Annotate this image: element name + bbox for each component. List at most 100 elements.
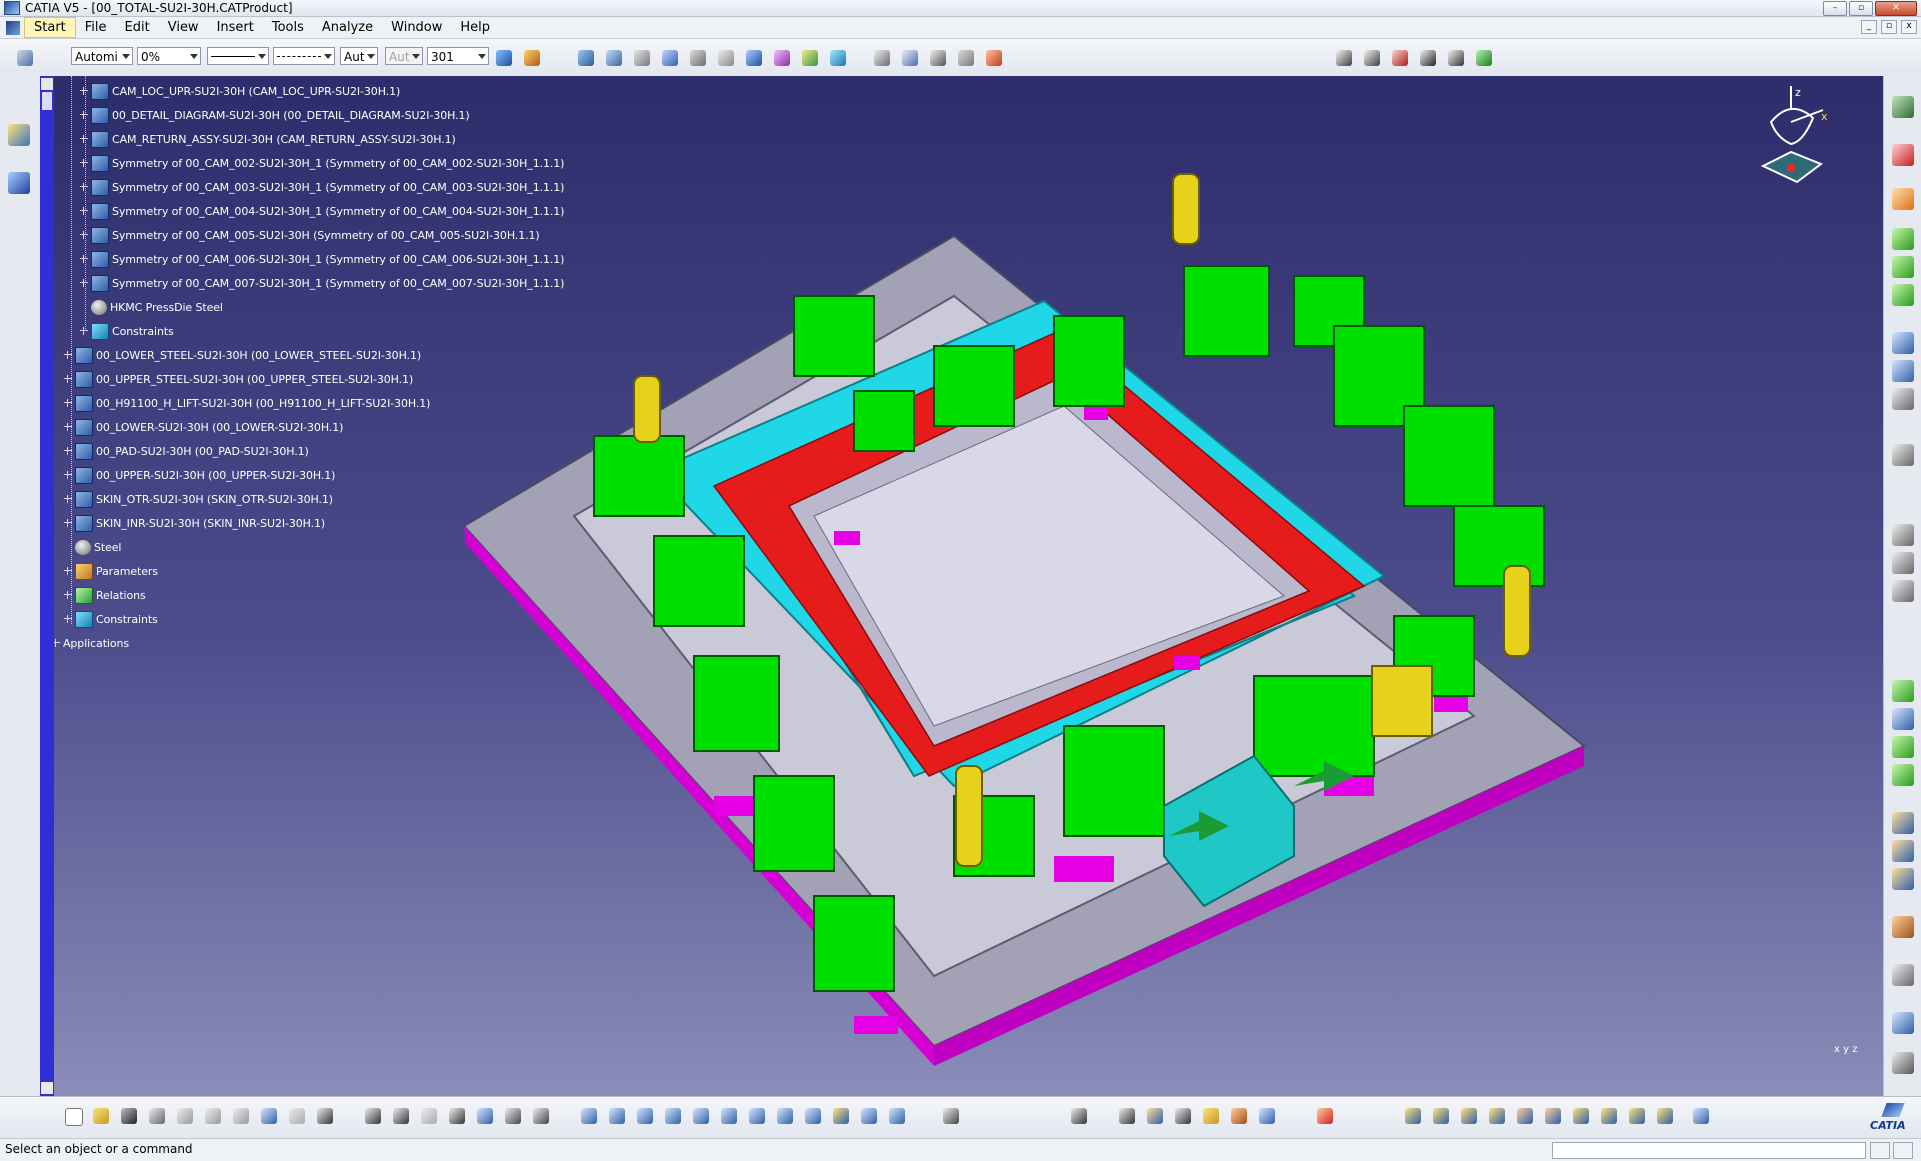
expand-icon[interactable] [64,375,72,383]
bolt-icon[interactable] [1389,47,1411,69]
gear-icon[interactable] [1172,1105,1194,1127]
knowledge-advisor-icon[interactable] [390,1105,412,1127]
graph-tree-icon[interactable] [1892,332,1914,354]
numbering-icon[interactable] [1892,388,1914,410]
expand-icon[interactable] [64,351,72,359]
scroll-down-arrow-icon[interactable] [41,1082,53,1094]
expand-icon[interactable] [80,135,88,143]
fit-all-icon[interactable] [606,1105,628,1127]
cursor-icon[interactable] [1892,188,1914,210]
tree-item[interactable]: Symmetry of 00_CAM_007-SU2I-30H_1 (Symme… [80,272,564,294]
product-icon[interactable] [575,47,597,69]
spring-icon[interactable] [1430,1105,1452,1127]
component-icon[interactable] [603,47,625,69]
scroll-up-arrow-icon[interactable] [41,78,53,90]
print-icon[interactable] [146,1105,168,1127]
reorder-icon[interactable] [1892,360,1914,382]
render-icon[interactable] [1228,1105,1250,1127]
tree-item[interactable]: SKIN_INR-SU2I-30H (SKIN_INR-SU2I-30H.1) [64,512,325,534]
copy-icon[interactable] [202,1105,224,1127]
normal-view-icon[interactable] [746,1105,768,1127]
expand-icon[interactable] [64,591,72,599]
stripper-icon[interactable] [1598,1105,1620,1127]
linetype-combo[interactable] [207,47,269,65]
menu-tools[interactable]: Tools [263,18,313,37]
section-icon[interactable] [1892,552,1914,574]
expand-icon[interactable] [80,327,88,335]
tree-item[interactable]: 00_LOWER-SU2I-30H (00_LOWER-SU2I-30H.1) [64,416,343,438]
flag-note-icon[interactable] [927,47,949,69]
fix-together-icon[interactable] [1892,840,1914,862]
doc-restore-button[interactable]: ▫ [1881,20,1897,34]
tree-item[interactable]: CAM_RETURN_ASSY-SU2I-30H (CAM_RETURN_ASS… [80,128,456,150]
bolt-catalog-icon[interactable] [1402,1105,1424,1127]
constraint-icon[interactable] [827,47,849,69]
paste-icon[interactable] [230,1105,252,1127]
zoom-out-icon[interactable] [718,1105,740,1127]
constraint-angle-icon[interactable] [1892,764,1914,786]
tree-item[interactable]: Constraints [80,320,174,342]
add-component-icon[interactable] [1892,228,1914,250]
tree-item[interactable]: Symmetry of 00_CAM_004-SU2I-30H_1 (Symme… [80,200,564,222]
tree-item[interactable]: Symmetry of 00_CAM_005-SU2I-30H (Symmetr… [80,224,540,246]
swap-visible-space-icon[interactable] [886,1105,908,1127]
zoom-in-icon[interactable] [690,1105,712,1127]
menu-window[interactable]: Window [382,18,451,37]
expand-icon[interactable] [64,471,72,479]
expand-icon[interactable] [80,207,88,215]
tree-manager-icon[interactable] [1473,47,1495,69]
expand-icon[interactable] [80,183,88,191]
constraint-contact-icon[interactable] [1892,708,1914,730]
doc-minimize-button[interactable]: _ [1861,20,1877,34]
multi-view-icon[interactable] [774,1105,796,1127]
menu-file[interactable]: File [76,18,116,37]
catalog-icon[interactable] [1445,47,1467,69]
bom-list-icon[interactable] [1361,47,1383,69]
cam-icon[interactable] [1570,1105,1592,1127]
save-icon[interactable] [118,1105,140,1127]
menu-edit[interactable]: Edit [116,18,159,37]
save-icon[interactable] [1417,47,1439,69]
punch-icon[interactable] [1514,1105,1536,1127]
rotate-icon[interactable] [662,1105,684,1127]
expand-icon[interactable] [80,159,88,167]
tree-item[interactable]: 00_LOWER_STEEL-SU2I-30H (00_LOWER_STEEL-… [64,344,421,366]
fly-mode-icon[interactable] [578,1105,600,1127]
simulation-icon[interactable] [1144,1105,1166,1127]
expand-icon[interactable] [80,255,88,263]
painter-icon[interactable] [493,47,515,69]
expand-icon[interactable] [54,639,60,647]
eraser-icon[interactable] [1690,1105,1712,1127]
grid-icon[interactable] [1314,1105,1336,1127]
snap-icon[interactable] [715,47,737,69]
scene-icon[interactable] [1068,1105,1090,1127]
clash-icon[interactable] [771,47,793,69]
menu-view[interactable]: View [159,18,208,37]
assembly-icon[interactable] [1892,96,1914,118]
tree-item[interactable]: Symmetry of 00_CAM_003-SU2I-30H_1 (Symme… [80,176,564,198]
expand-icon[interactable] [64,567,72,575]
expand-icon[interactable] [64,615,72,623]
tree-item[interactable]: 00_DETAIL_DIAGRAM-SU2I-30H (00_DETAIL_DI… [80,104,470,126]
plane-icon[interactable] [8,172,30,194]
whats-this-help-icon[interactable] [314,1105,336,1127]
constraint-coincidence-icon[interactable] [1892,680,1914,702]
pan-icon[interactable] [634,1105,656,1127]
layer-number-combo[interactable]: 301 [427,47,489,65]
tree-item[interactable]: 00_PAD-SU2I-30H (00_PAD-SU2I-30H.1) [64,440,309,462]
quick-constraint-icon[interactable] [1892,868,1914,890]
maximize-button[interactable]: ▫ [1849,1,1873,16]
layer-combo[interactable]: Automi [71,47,133,65]
linestyle-combo[interactable] [273,47,335,65]
camera-icon[interactable] [1892,1052,1914,1074]
tree-item[interactable]: HKMC PressDie Steel [91,296,223,318]
hide-show-icon[interactable] [858,1105,880,1127]
table-icon[interactable] [446,1105,468,1127]
sketch-icon[interactable] [8,124,30,146]
menu-analyze[interactable]: Analyze [313,18,382,37]
minimize-button[interactable]: – [1823,1,1847,16]
expand-icon[interactable] [64,447,72,455]
clash-analysis-icon[interactable] [1892,580,1914,602]
expand-icon[interactable] [80,87,88,95]
lock-icon[interactable] [502,1105,524,1127]
